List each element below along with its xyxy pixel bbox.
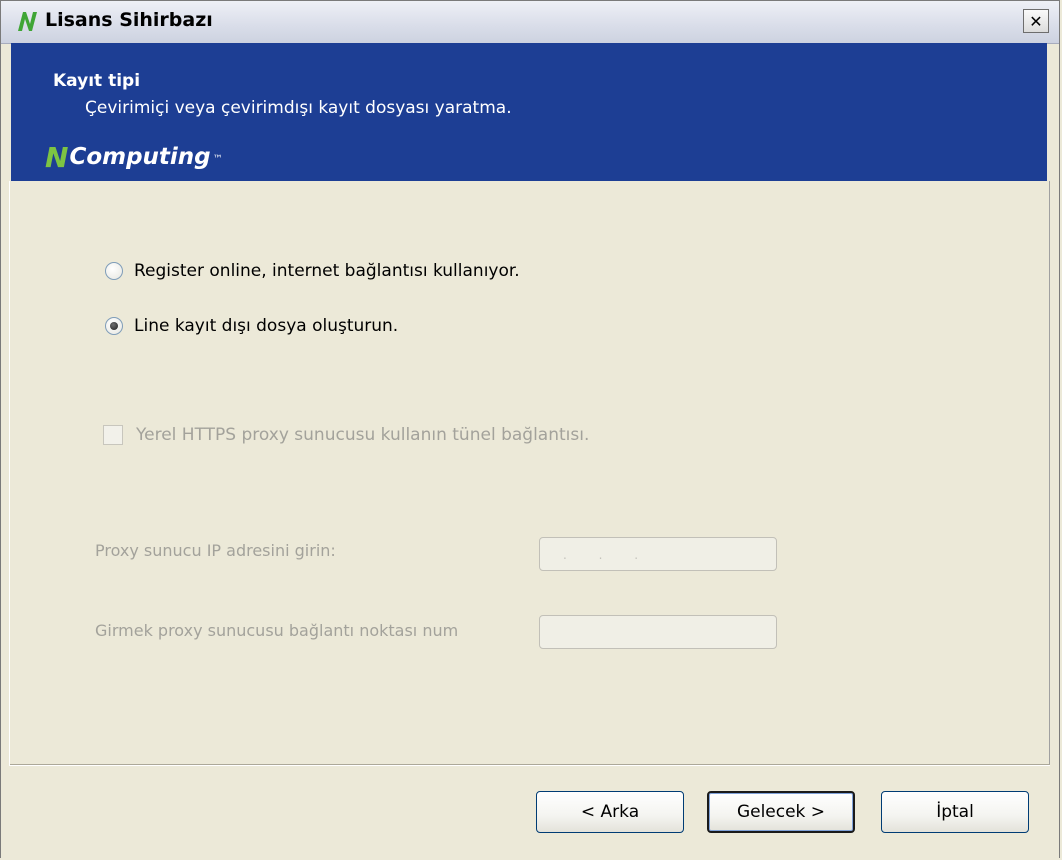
page-title: Kayıt tipi: [53, 71, 141, 91]
brand-n-mark: N: [45, 140, 69, 174]
ncomputing-brand-logo: N Computing ™: [45, 137, 223, 177]
offline-file-option[interactable]: Line kayıt dışı dosya oluşturun.: [105, 316, 398, 336]
register-online-radio[interactable]: [105, 262, 123, 280]
window-title: Lisans Sihirbazı: [45, 9, 213, 31]
offline-file-radio[interactable]: [105, 317, 123, 335]
ncomputing-logo-icon: [18, 12, 37, 31]
footer-separator-highlight: [10, 765, 1050, 766]
proxy-ip-label: Proxy sunucu IP adresini girin:: [95, 541, 336, 560]
brand-wordmark: Computing: [69, 144, 211, 170]
license-wizard-window: Lisans Sihirbazı ✕ Kayıt tipi Çevirimiçi…: [0, 0, 1060, 859]
window-bottom-edge: [1, 849, 1059, 859]
back-button[interactable]: < Arka: [536, 791, 684, 833]
title-bar[interactable]: Lisans Sihirbazı ✕: [1, 1, 1059, 44]
https-proxy-option[interactable]: Yerel HTTPS proxy sunucusu kullanın tüne…: [103, 425, 589, 445]
close-icon: ✕: [1029, 11, 1043, 31]
proxy-ip-value: . . .: [563, 548, 653, 562]
proxy-port-field[interactable]: [539, 615, 777, 649]
content-edge: [1049, 181, 1050, 766]
register-online-option[interactable]: Register online, internet bağlantısı kul…: [105, 261, 520, 281]
content-edge: [9, 181, 10, 766]
https-proxy-label: Yerel HTTPS proxy sunucusu kullanın tüne…: [136, 425, 590, 445]
offline-file-label[interactable]: Line kayıt dışı dosya oluşturun.: [134, 316, 398, 336]
page-subtitle: Çevirimiçi veya çevirimdışı kayıt dosyas…: [85, 98, 512, 118]
next-button[interactable]: Gelecek >: [707, 791, 855, 833]
register-online-label[interactable]: Register online, internet bağlantısı kul…: [134, 261, 520, 281]
proxy-port-label: Girmek proxy sunucusu bağlantı noktası n…: [95, 621, 459, 640]
cancel-button[interactable]: İptal: [881, 791, 1029, 833]
header-banner: Kayıt tipi Çevirimiçi veya çevirimdışı k…: [11, 43, 1047, 181]
brand-trademark: ™: [212, 153, 223, 165]
https-proxy-checkbox[interactable]: [103, 425, 123, 445]
close-button[interactable]: ✕: [1023, 9, 1049, 33]
